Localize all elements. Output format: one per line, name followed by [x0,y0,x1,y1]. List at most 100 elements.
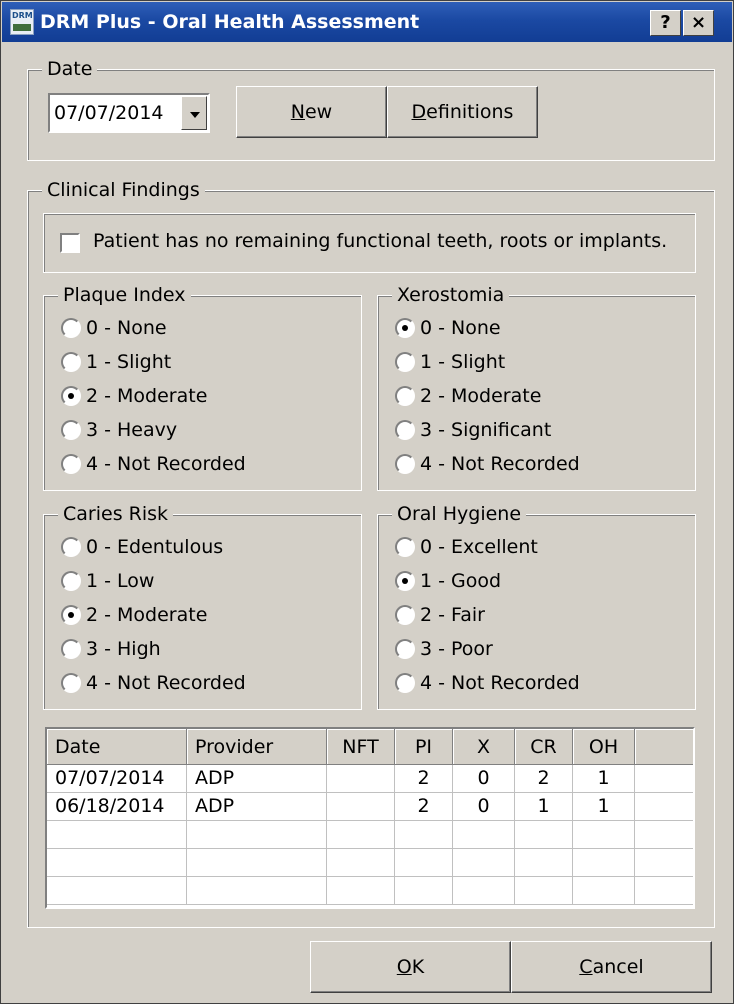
cell-nft[interactable] [327,765,395,793]
radio-button[interactable] [395,386,415,406]
radio-label: 3 - Significant [420,419,552,441]
radio-button[interactable] [61,639,81,659]
column-header-pi[interactable]: PI [395,729,453,765]
radio-button[interactable] [395,352,415,372]
radio-button-selected[interactable] [61,386,81,406]
cell-oh[interactable]: 1 [573,793,635,821]
radio-label: 0 - None [420,317,501,339]
cell-date[interactable]: 06/18/2014 [47,793,187,821]
radio-label: 1 - Slight [420,351,506,373]
cell-nft[interactable] [327,821,395,849]
grid-header: Date Provider NFT PI X CR OH [47,729,693,765]
radio-label: 0 - Excellent [420,536,538,558]
cell-blank[interactable] [635,849,693,877]
cell-provider[interactable]: ADP [187,793,327,821]
radio-button[interactable] [395,673,415,693]
no-teeth-checkbox[interactable] [60,233,80,253]
cell-date[interactable] [47,877,187,905]
new-label-rest: ew [304,101,333,123]
radio-label: 1 - Low [86,570,155,592]
radio-label: 3 - High [86,638,161,660]
cell-cr[interactable] [515,877,573,905]
cell-oh[interactable] [573,877,635,905]
app-icon: DRM [10,9,34,35]
clinical-findings-legend: Clinical Findings [42,178,205,202]
column-header-date[interactable]: Date [47,729,187,765]
cell-x[interactable]: 0 [453,793,515,821]
cell-blank[interactable] [635,793,693,821]
cell-oh[interactable] [573,849,635,877]
radio-button[interactable] [61,318,81,338]
cell-oh[interactable] [573,821,635,849]
radio-button[interactable] [395,639,415,659]
radio-label: 1 - Good [420,570,502,592]
cell-pi[interactable]: 2 [395,765,453,793]
title-bar[interactable]: DRM DRM Plus - Oral Health Assessment ? … [2,2,732,42]
help-button[interactable]: ? [650,10,681,36]
cell-nft[interactable] [327,793,395,821]
radio-label: 1 - Slight [86,351,172,373]
date-select[interactable]: 07/07/2014 [48,93,210,133]
radio-button[interactable] [395,420,415,440]
radio-button[interactable] [61,571,81,591]
radio-button-selected[interactable] [395,318,415,338]
definitions-button[interactable]: Definitions [387,86,538,138]
radio-button[interactable] [395,605,415,625]
chevron-down-icon[interactable] [181,96,207,130]
radio-label: 2 - Moderate [420,385,542,407]
radio-label: 2 - Moderate [86,604,208,626]
app-icon-text: DRM [12,11,33,20]
cell-blank[interactable] [635,877,693,905]
date-select-value: 07/07/2014 [54,102,164,124]
cell-date[interactable]: 07/07/2014 [47,765,187,793]
cell-pi[interactable] [395,849,453,877]
column-header-x[interactable]: X [453,729,515,765]
cell-cr[interactable]: 1 [515,793,573,821]
cell-pi[interactable]: 2 [395,793,453,821]
cell-x[interactable]: 0 [453,765,515,793]
ok-button[interactable]: OK [310,941,511,993]
no-teeth-label[interactable]: Patient has no remaining functional teet… [93,230,667,252]
cell-blank[interactable] [635,821,693,849]
cell-date[interactable] [47,821,187,849]
column-header-cr[interactable]: CR [515,729,573,765]
cell-x[interactable] [453,821,515,849]
radio-button-selected[interactable] [61,605,81,625]
cell-cr[interactable] [515,849,573,877]
cell-oh[interactable]: 1 [573,765,635,793]
dialog-window: DRM DRM Plus - Oral Health Assessment ? … [0,0,734,1004]
radio-button[interactable] [61,420,81,440]
cell-provider[interactable] [187,849,327,877]
radio-label: 0 - Edentulous [86,536,224,558]
cell-x[interactable] [453,877,515,905]
cell-provider[interactable]: ADP [187,765,327,793]
radio-button[interactable] [61,352,81,372]
cell-blank[interactable] [635,765,693,793]
close-button[interactable]: × [683,10,714,36]
cell-date[interactable] [47,849,187,877]
cell-pi[interactable] [395,821,453,849]
cancel-mnemonic: C [579,956,593,978]
new-button[interactable]: New [236,86,387,138]
cell-pi[interactable] [395,877,453,905]
radio-button-selected[interactable] [395,571,415,591]
column-header-nft[interactable]: NFT [327,729,395,765]
cell-x[interactable] [453,849,515,877]
column-header-provider[interactable]: Provider [187,729,327,765]
radio-button[interactable] [61,673,81,693]
cell-nft[interactable] [327,849,395,877]
radio-button[interactable] [395,537,415,557]
cell-cr[interactable]: 2 [515,765,573,793]
radio-button[interactable] [61,454,81,474]
radio-button[interactable] [61,537,81,557]
cell-provider[interactable] [187,821,327,849]
cell-provider[interactable] [187,877,327,905]
history-grid[interactable]: Date Provider NFT PI X CR OH 07/07/2014 A… [45,727,695,909]
cancel-button[interactable]: Cancel [511,941,712,993]
cell-cr[interactable] [515,821,573,849]
radio-button[interactable] [395,454,415,474]
radio-label: 4 - Not Recorded [420,672,580,694]
column-header-oh[interactable]: OH [573,729,635,765]
cell-nft[interactable] [327,877,395,905]
cancel-label-rest: ancel [592,956,644,978]
